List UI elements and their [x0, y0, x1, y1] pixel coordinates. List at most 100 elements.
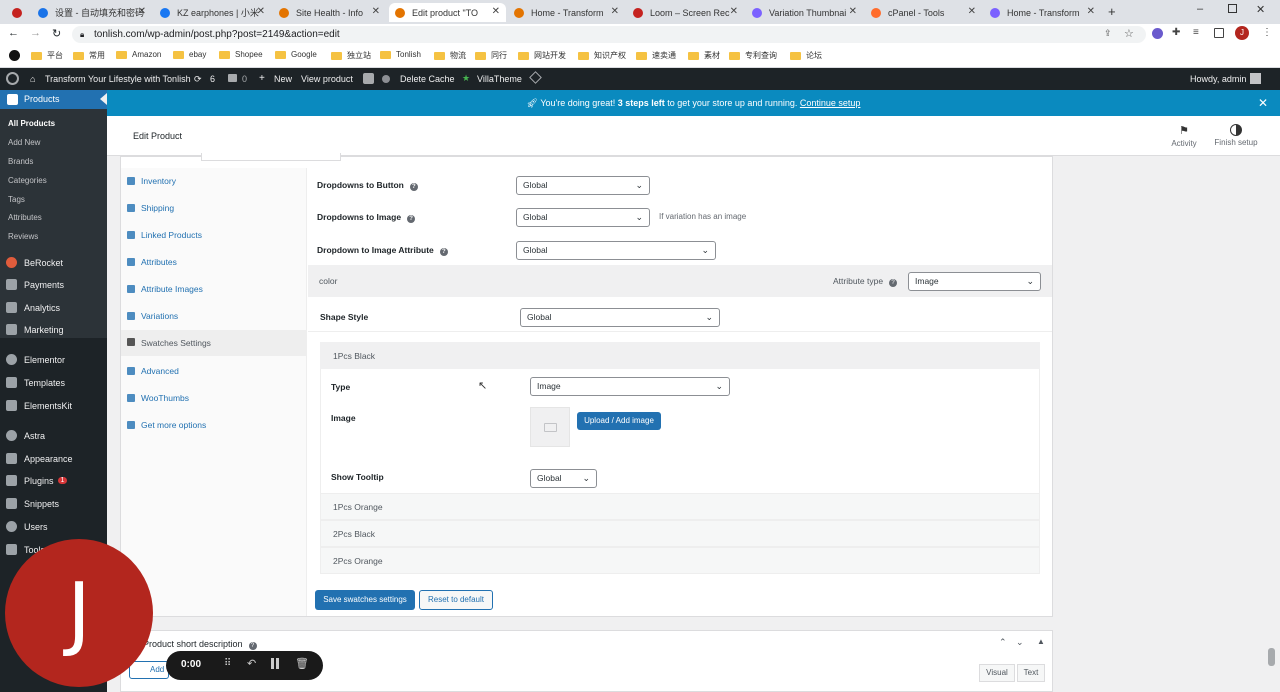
tab-inventory[interactable]: Inventory — [127, 176, 176, 186]
maximize-icon[interactable] — [1228, 4, 1237, 13]
sidebar-item-plugins[interactable]: Plugins 1 — [6, 475, 68, 486]
browser-tab[interactable]: 设置 - 自动填充和密码 ✕ — [32, 3, 152, 22]
back-icon[interactable]: ← — [8, 27, 19, 39]
close-tab-icon[interactable]: ✕ — [257, 6, 265, 17]
sidepanel-icon[interactable] — [1214, 28, 1224, 38]
dropdown-to-image-attribute-select[interactable]: Global ⌄ — [516, 241, 716, 260]
visual-tab[interactable]: Visual — [979, 664, 1015, 682]
tab-attributes[interactable]: Attributes — [127, 257, 177, 267]
bookmark-folder[interactable]: 速卖通 — [636, 50, 676, 61]
sidebar-item-marketing[interactable]: Marketing — [6, 324, 64, 335]
url-field[interactable]: 🔒︎ tonlish.com/wp-admin/post.php?post=214… — [72, 26, 1146, 43]
bookmark-folder[interactable]: 网站开发 — [518, 50, 566, 61]
dropdowns-to-button-select[interactable]: Global ⌄ — [516, 176, 650, 195]
submenu-categories[interactable]: Categories — [8, 176, 47, 185]
add-media-button[interactable]: Add — [129, 661, 169, 679]
star-icon[interactable]: ☆ — [1124, 27, 1134, 40]
browser-tab[interactable] — [6, 3, 32, 22]
loom-camera-bubble[interactable]: J — [5, 539, 153, 687]
user-avatar[interactable] — [1250, 73, 1261, 84]
bookmark-folder[interactable]: 论坛 — [790, 50, 822, 61]
tab-linked-products[interactable]: Linked Products — [127, 230, 202, 240]
sidebar-item-templates[interactable]: Templates — [6, 377, 65, 388]
tab-attribute-images[interactable]: Attribute Images — [127, 284, 203, 294]
help-icon[interactable]: ? — [248, 642, 257, 650]
close-tab-icon[interactable]: ✕ — [372, 6, 380, 17]
bookmark-folder[interactable]: 知识产权 — [578, 50, 626, 61]
browser-tab[interactable]: cPanel - Tools ✕ — [865, 3, 982, 22]
sidebar-item-analytics[interactable]: Analytics — [6, 302, 60, 313]
menu-dots-icon[interactable]: ⋮ — [1262, 27, 1272, 38]
sidebar-item-elementskit[interactable]: ElementsKit — [6, 400, 72, 411]
close-tab-icon[interactable]: ✕ — [730, 6, 738, 17]
bookmark-folder[interactable]: 常用 — [73, 50, 105, 61]
close-window-icon[interactable]: ✕ — [1256, 3, 1265, 16]
shape-style-select[interactable]: Global ⌄ — [520, 308, 720, 327]
tab-woothumbs[interactable]: WooThumbs — [127, 393, 189, 403]
help-icon[interactable]: ? — [439, 248, 448, 256]
continue-setup-link[interactable]: Continue setup — [800, 98, 861, 108]
github-icon[interactable] — [9, 50, 20, 61]
puzzle-icon[interactable]: ✚ — [1172, 27, 1180, 38]
submenu-add-new[interactable]: Add New — [8, 138, 40, 147]
restart-icon[interactable]: ↶ — [247, 657, 256, 670]
term-row-expanded[interactable]: 1Pcs Black — [320, 342, 1040, 369]
help-icon[interactable]: ? — [889, 279, 898, 287]
term-row[interactable]: 2Pcs Black — [320, 520, 1040, 547]
bookmark-folder[interactable]: Amazon — [116, 50, 161, 59]
forward-icon[interactable]: → — [30, 27, 41, 39]
product-type-select-partial[interactable] — [201, 153, 341, 161]
list-icon[interactable]: ≡ — [1193, 27, 1199, 38]
bookmark-folder[interactable]: 物流 — [434, 50, 466, 61]
sidebar-item-astra[interactable]: Astra — [6, 430, 45, 441]
scrollbar-thumb[interactable] — [1268, 648, 1275, 666]
submenu-tags[interactable]: Tags — [8, 195, 25, 204]
bookmark-folder[interactable]: 素材 — [688, 50, 720, 61]
close-tab-icon[interactable]: ✕ — [611, 6, 619, 17]
tab-shipping[interactable]: Shipping — [127, 203, 174, 213]
reset-to-default-button[interactable]: Reset to default — [419, 590, 493, 610]
site-name-link[interactable]: Transform Your Lifestyle with Tonlish — [45, 74, 191, 84]
browser-tab[interactable]: Home - Transform ✕ — [984, 3, 1101, 22]
reload-icon[interactable]: ↻ — [52, 27, 61, 40]
close-tab-icon[interactable]: ✕ — [849, 6, 857, 17]
bookmark-folder[interactable]: Google — [275, 50, 317, 59]
bookmark-folder[interactable]: Tonlish — [380, 50, 421, 59]
text-tab[interactable]: Text — [1017, 664, 1045, 682]
browser-tab[interactable]: KZ earphones | 小米 ✕ — [154, 3, 271, 22]
minimize-icon[interactable]: – — [1197, 3, 1203, 15]
show-tooltip-select[interactable]: Global ⌄ — [530, 469, 597, 488]
help-icon[interactable]: ? — [407, 215, 416, 223]
save-swatches-button[interactable]: Save swatches settings — [315, 590, 415, 610]
bookmark-folder[interactable]: Shopee — [219, 50, 263, 59]
tab-swatches-settings[interactable]: Swatches Settings — [121, 330, 306, 356]
pause-icon[interactable] — [271, 658, 279, 669]
sidebar-item-snippets[interactable]: Snippets — [6, 498, 59, 509]
close-tab-icon[interactable]: ✕ — [1087, 6, 1095, 17]
tab-variations[interactable]: Variations — [127, 311, 178, 321]
new-tab-icon[interactable]: + — [1108, 4, 1116, 19]
diamond-icon[interactable] — [529, 71, 542, 84]
browser-tab[interactable]: Home - Transform ✕ — [508, 3, 625, 22]
villatheme-link[interactable]: VillaTheme — [477, 74, 522, 84]
browser-tab-active[interactable]: Edit product "TO ✕ — [389, 3, 506, 22]
yoast-icon[interactable] — [363, 73, 374, 84]
close-tab-icon[interactable]: ✕ — [492, 6, 500, 17]
sidebar-item-appearance[interactable]: Appearance — [6, 453, 73, 464]
tab-advanced[interactable]: Advanced — [127, 366, 179, 376]
finish-setup-button[interactable]: Finish setup — [1211, 124, 1261, 147]
sidebar-item-berocket[interactable]: BeRocket — [6, 257, 63, 268]
attribute-type-select[interactable]: Image ⌄ — [908, 272, 1041, 291]
wordpress-logo-icon[interactable] — [6, 72, 19, 85]
bookmark-folder[interactable]: 平台 — [31, 50, 63, 61]
delete-cache-link[interactable]: Delete Cache — [400, 74, 455, 84]
comments-icon[interactable] — [228, 74, 237, 82]
submenu-reviews[interactable]: Reviews — [8, 232, 38, 241]
trash-icon[interactable]: 🗑︎ — [295, 657, 309, 670]
browser-tab[interactable]: Variation Thumbnai ✕ — [746, 3, 863, 22]
move-down-icon[interactable]: ⌄ — [1016, 637, 1024, 648]
browser-tab[interactable]: Loom – Screen Rec ✕ — [627, 3, 744, 22]
upload-image-button[interactable]: Upload / Add image — [577, 412, 661, 430]
share-icon[interactable]: ⇪ — [1104, 28, 1112, 39]
term-row[interactable]: 1Pcs Orange — [320, 493, 1040, 520]
